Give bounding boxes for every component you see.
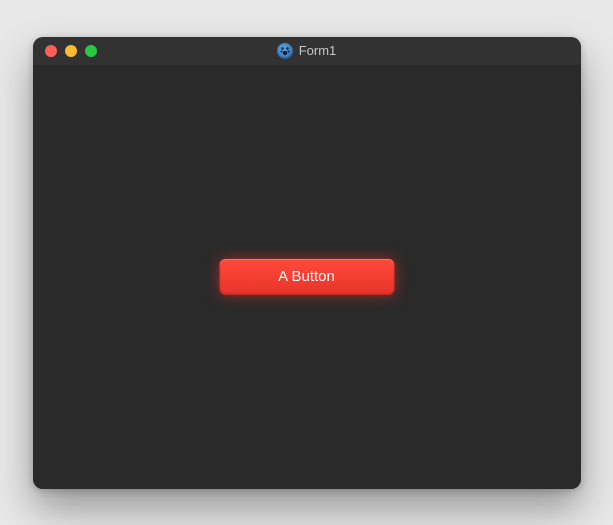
title-center: Form1 bbox=[33, 43, 581, 59]
window-controls bbox=[33, 45, 97, 57]
app-paw-icon bbox=[277, 43, 293, 59]
minimize-button[interactable] bbox=[65, 45, 77, 57]
titlebar: Form1 bbox=[33, 37, 581, 65]
zoom-button[interactable] bbox=[85, 45, 97, 57]
window-content: A Button bbox=[33, 65, 581, 489]
application-window: Form1 A Button bbox=[33, 37, 581, 489]
window-title: Form1 bbox=[299, 43, 337, 58]
close-button[interactable] bbox=[45, 45, 57, 57]
main-button[interactable]: A Button bbox=[219, 259, 394, 295]
